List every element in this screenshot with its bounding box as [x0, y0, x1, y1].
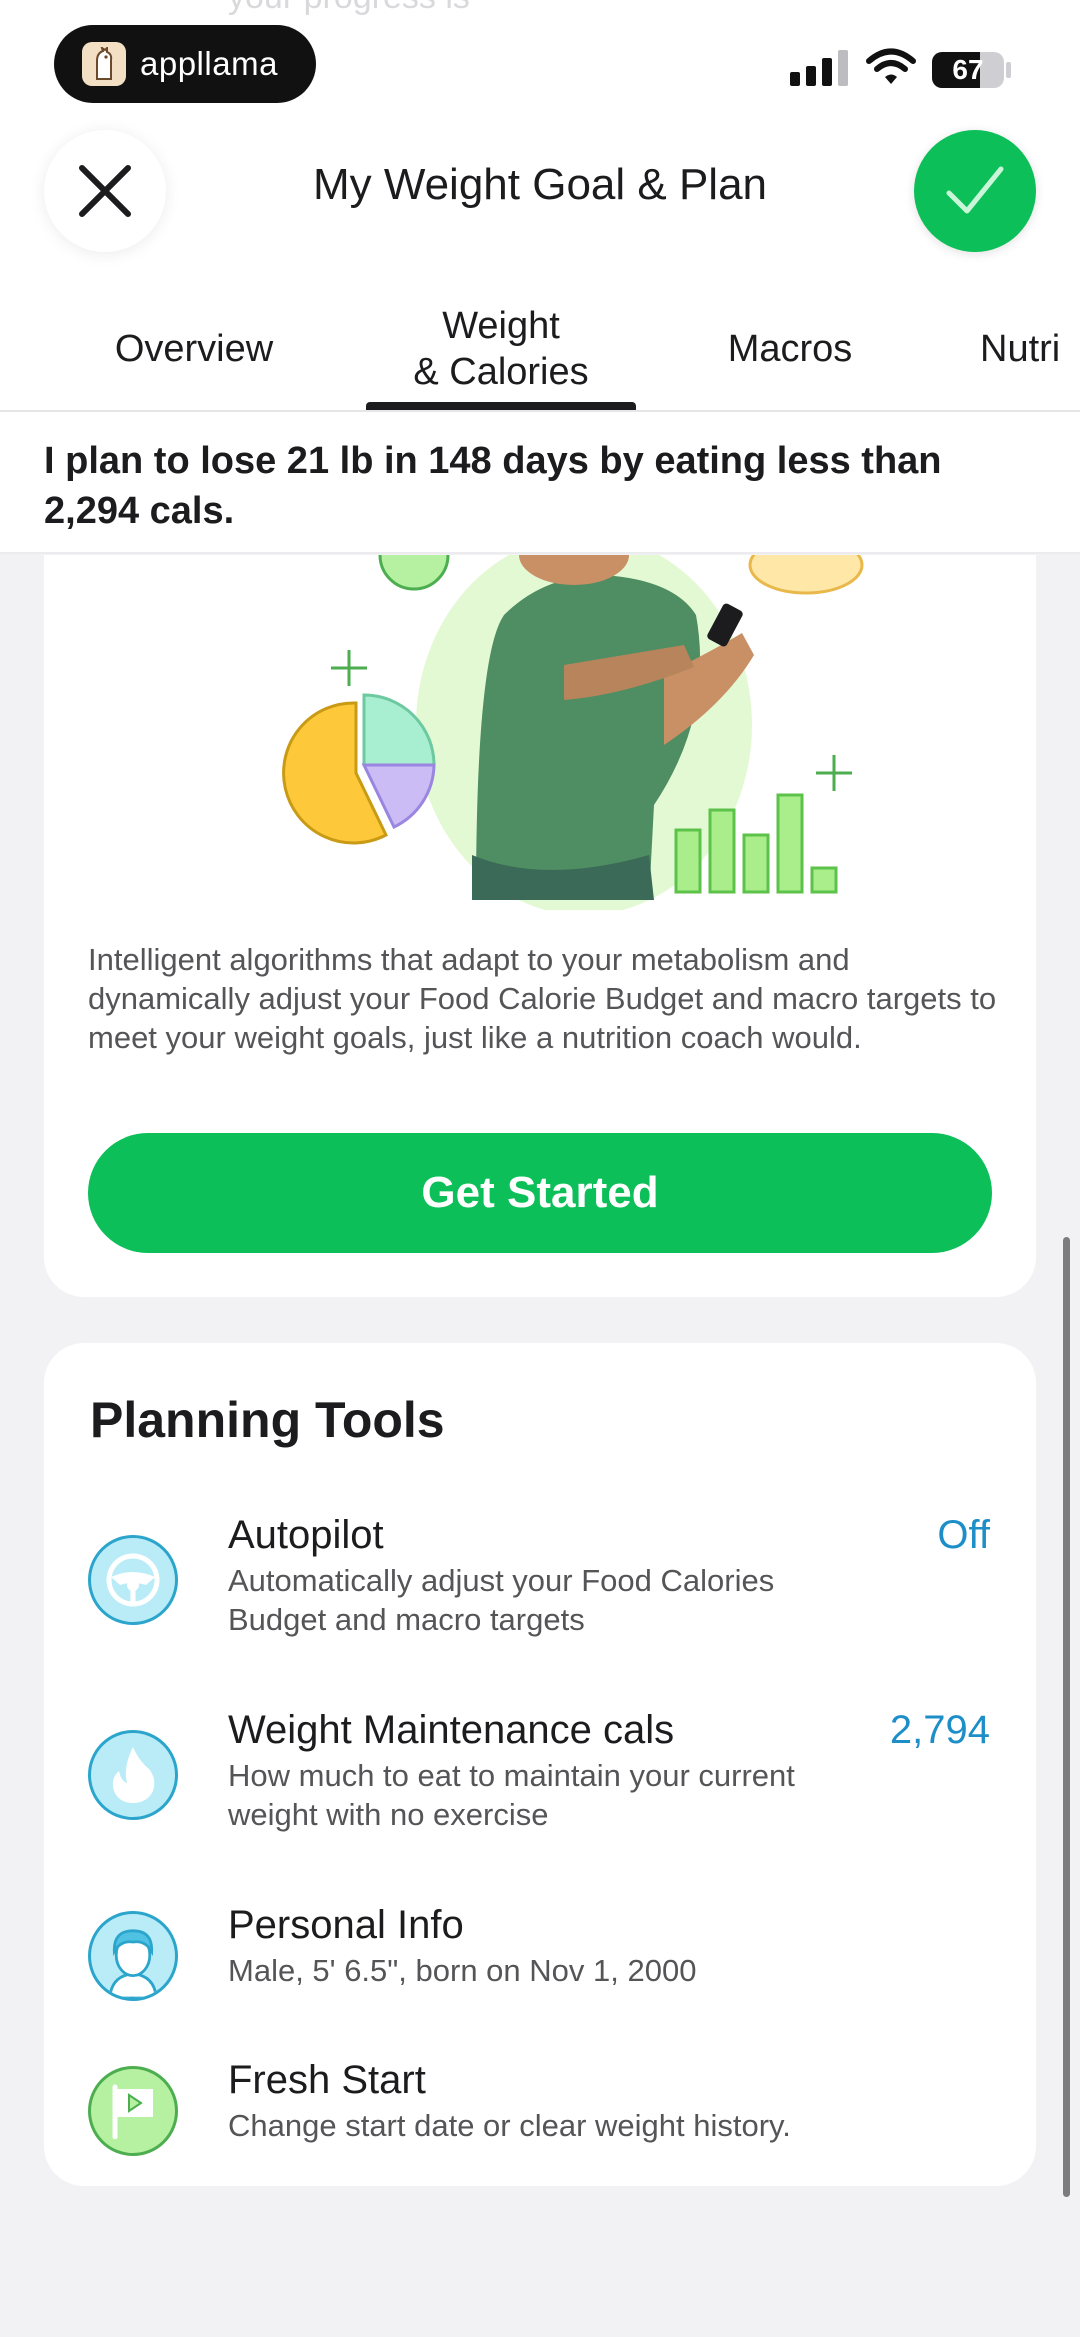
tab-nutrients[interactable]: Nutri	[980, 290, 1080, 410]
intro-description: Intelligent algorithms that adapt to you…	[88, 942, 997, 1055]
person-with-phone-illustration	[282, 555, 864, 910]
tool-weight-maintenance[interactable]: Weight Maintenance cals How much to eat …	[44, 1708, 1036, 1838]
tool-subtitle: Automatically adjust your Food Calories …	[228, 1563, 775, 1637]
tool-autopilot[interactable]: Autopilot Automatically adjust your Food…	[44, 1513, 1036, 1643]
flag-icon	[88, 2066, 178, 2156]
cellular-signal-icon	[790, 48, 848, 86]
checkmark-icon	[946, 166, 1004, 214]
tool-subtitle: How much to eat to maintain your current…	[228, 1758, 795, 1832]
autopilot-intro-card: Intelligent algorithms that adapt to you…	[44, 555, 1036, 1297]
battery-icon: 67	[932, 52, 1004, 88]
plan-summary: I plan to lose 21 lb in 148 days by eati…	[0, 412, 1080, 554]
tool-title: Autopilot	[228, 1513, 384, 1557]
autopilot-value[interactable]: Off	[937, 1513, 990, 1558]
tab-label-line1: Weight	[442, 305, 560, 348]
maintenance-cals-value[interactable]: 2,794	[890, 1708, 990, 1753]
tab-weight-calories[interactable]: Weight & Calories	[366, 290, 636, 410]
person-icon	[88, 1911, 178, 2001]
tool-title: Personal Info	[228, 1903, 464, 1947]
app-pill[interactable]: appllama	[54, 25, 316, 103]
tab-label: Macros	[727, 328, 853, 371]
done-button[interactable]	[914, 130, 1036, 252]
top-bar: your progress is appllama 67 My Weight G…	[0, 0, 1080, 412]
steering-wheel-icon	[88, 1535, 178, 1625]
flame-icon	[88, 1730, 178, 1820]
tool-personal-info[interactable]: Personal Info Male, 5' 6.5", born on Nov…	[44, 1903, 1036, 2003]
scrollbar[interactable]	[1063, 1237, 1070, 2197]
tool-subtitle: Male, 5' 6.5", born on Nov 1, 2000	[228, 1953, 697, 1988]
tab-macros[interactable]: Macros	[700, 290, 880, 410]
section-title: Planning Tools	[90, 1392, 445, 1448]
tab-bar: Overview Weight & Calories Macros Nutri	[0, 290, 1080, 410]
tool-title: Fresh Start	[228, 2058, 426, 2102]
tool-subtitle: Change start date or clear weight histor…	[228, 2108, 791, 2143]
app-name: appllama	[140, 45, 278, 82]
tool-title: Weight Maintenance cals	[228, 1708, 675, 1752]
scrolled-ghost-text: your progress is	[228, 0, 470, 17]
planning-tools-card: Planning Tools Autopilot Automatically a…	[44, 1343, 1036, 2186]
llama-logo-icon	[82, 42, 126, 86]
tab-label-line2: & Calories	[413, 351, 589, 393]
battery-percent: 67	[952, 54, 984, 85]
battery-tip	[1006, 62, 1011, 78]
tab-label: Nutri	[980, 328, 1061, 371]
tab-label: Overview	[114, 328, 274, 371]
wifi-icon	[866, 48, 916, 86]
tab-overview[interactable]: Overview	[74, 290, 314, 410]
tool-fresh-start[interactable]: Fresh Start Change start date or clear w…	[44, 2058, 1036, 2158]
get-started-button[interactable]: Get Started	[88, 1133, 992, 1253]
